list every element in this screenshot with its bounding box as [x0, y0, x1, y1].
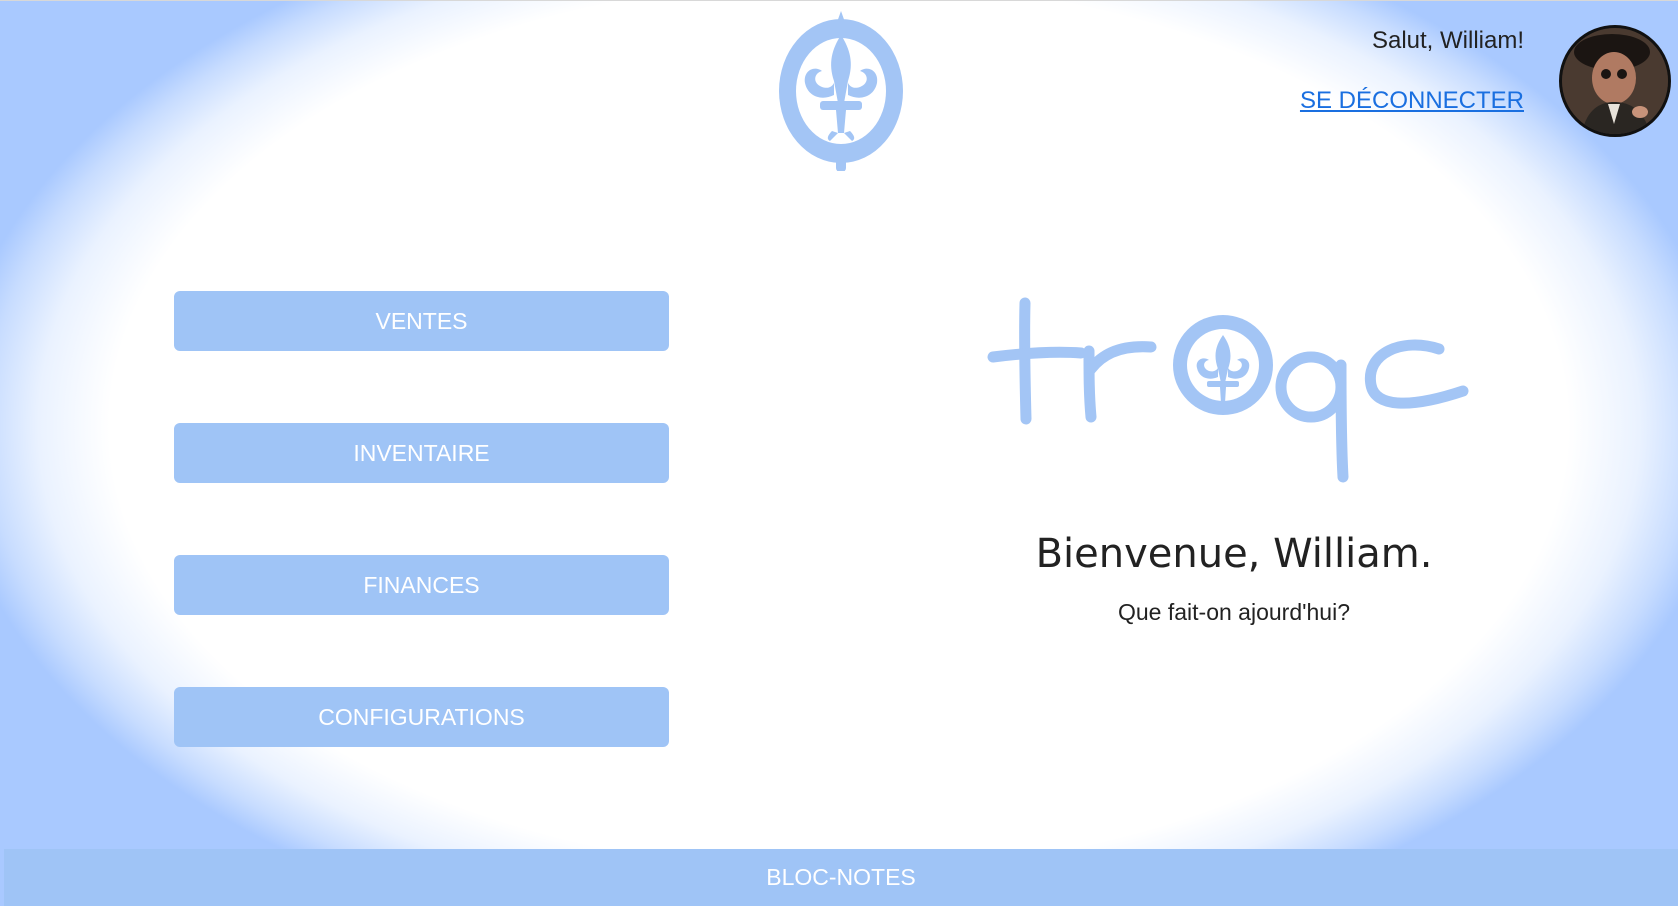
welcome-title: Bienvenue, William. — [1035, 531, 1433, 577]
ventes-button[interactable]: VENTES — [174, 291, 669, 351]
inventaire-button[interactable]: INVENTAIRE — [174, 423, 669, 483]
logout-link[interactable]: SE DÉCONNECTER — [1300, 87, 1524, 115]
greeting-text: Salut, William! — [1371, 27, 1524, 54]
finances-button[interactable]: FINANCES — [174, 555, 669, 615]
app-page: Salut, William! SE DÉCONNECTER VENTES IN… — [0, 0, 1678, 906]
welcome-subtitle: Que fait-on ajourd'hui? — [1118, 599, 1350, 625]
configurations-button[interactable]: CONFIGURATIONS — [174, 687, 669, 747]
fleur-de-lis-logo-icon[interactable] — [778, 11, 904, 171]
troqc-brand-logo — [987, 297, 1469, 483]
avatar-portrait-icon — [1562, 28, 1668, 134]
bloc-notes-bar[interactable]: BLOC-NOTES — [4, 849, 1678, 906]
user-avatar[interactable] — [1559, 25, 1671, 137]
